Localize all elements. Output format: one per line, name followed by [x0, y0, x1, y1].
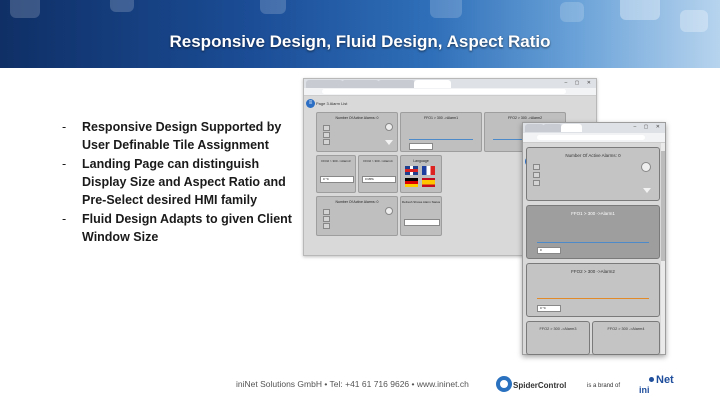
banner-decoration [260, 0, 286, 14]
ininet-logo-ini: ini [639, 385, 650, 395]
bullet-text: Fluid Design Adapts to given Client Wind… [82, 212, 292, 244]
bullet-marker: - [62, 120, 67, 134]
scroll-knob-icon [385, 207, 393, 215]
refresh-field [404, 219, 440, 226]
slide-title: Responsive Design, Fluid Design, Aspect … [169, 32, 551, 51]
brand-note: is a brand of [587, 383, 621, 389]
browser-tab-strip: – ▢ ✕ [304, 79, 596, 88]
bullet-text: Landing Page can distinguish Display Siz… [82, 157, 286, 207]
scroll-down-icon [385, 140, 393, 145]
alarm3-tile: FFO2 > 300 ->Alarm3 0 °C [316, 155, 356, 193]
banner-decoration [680, 10, 708, 32]
flag-es-icon[interactable] [422, 178, 435, 187]
page-label: Page 3 Alarm List [316, 101, 348, 106]
list-square [323, 216, 330, 222]
bullet-text: Responsive Design Supported by User Defi… [82, 120, 282, 152]
ininet-logo-net: Net [656, 374, 674, 386]
alarm4-tile: FFO2 > 300 ->Alarm4 [592, 321, 660, 355]
value-field: 0 °C [537, 305, 561, 312]
active-alarms-tile: Number Of Active Alarms: 0 [526, 147, 660, 201]
browser-tab [378, 80, 415, 88]
tile-title: FFO2 > 300 ->Alarm3 [321, 159, 351, 163]
language-tile: Language [400, 155, 442, 193]
footer-contact: iniNet Solutions GmbH • Tel: +41 61 716 … [236, 379, 469, 389]
value-field: 0 [537, 247, 561, 254]
value-field [409, 143, 433, 150]
scrollbar[interactable] [661, 143, 665, 354]
flag-de-icon[interactable] [405, 178, 418, 187]
trend-line [537, 298, 649, 302]
list-square [533, 172, 540, 178]
tile-title: Number Of Active Alarms: 0 [565, 153, 621, 158]
alarm1-tile: FFO1 > 300 ->Alarm1 [400, 112, 482, 152]
banner-decoration [430, 0, 462, 18]
mobile-screenshot: – ▢ ✕ ≡ Number Of Active Alarms: 0 FFO1 … [522, 122, 666, 355]
address-bar [523, 133, 665, 143]
list-square [323, 139, 330, 145]
browser-tab [306, 80, 343, 88]
banner-decoration [110, 0, 134, 12]
alarm2-tile: FFO2 > 300 ->Alarm2 0 °C [526, 263, 660, 317]
scrollbar-thumb[interactable] [661, 151, 665, 261]
window-controls: – ▢ ✕ [564, 80, 594, 86]
tile-title: FFO1 > 300 ->Alarm1 [571, 211, 615, 216]
list-square [323, 132, 330, 138]
list-square [533, 180, 540, 186]
value-field: 0 °C [320, 176, 354, 183]
alarm3-tile: FFO2 > 300 ->Alarm3 [526, 321, 590, 355]
alarm1-tile: FFO1 > 300 ->Alarm1 0 [526, 205, 660, 259]
list-item: - Fluid Design Adapts to given Client Wi… [62, 210, 292, 246]
browser-tab [342, 80, 379, 88]
ininet-logo: Net ini [639, 374, 679, 398]
bullet-marker: - [62, 157, 67, 171]
value-field: 0 MPA [362, 176, 396, 183]
window-controls: – ▢ ✕ [633, 124, 663, 130]
banner-decoration [10, 0, 40, 18]
list-item: - Landing Page can distinguish Display S… [62, 155, 292, 209]
refresh-tile: Refresh Shows Alarm Status [400, 196, 442, 236]
tile-title: Refresh Shows Alarm Status [401, 200, 441, 204]
browser-tab-active [561, 124, 582, 132]
alarm4-tile: FFO2 > 300 ->Alarm4 0 MPA [358, 155, 398, 193]
tile-title: FFO2 > 300 ->Alarm2 [571, 269, 615, 274]
scroll-knob-icon [641, 162, 651, 172]
url-field [322, 89, 566, 94]
feature-list: - Responsive Design Supported by User De… [62, 118, 292, 246]
tile-title: FFO2 > 300 ->Alarm3 [539, 327, 577, 331]
scroll-knob-icon [385, 123, 393, 131]
tile-title: FFO2 > 300 ->Alarm4 [607, 327, 645, 331]
title-banner: Responsive Design, Fluid Design, Aspect … [0, 0, 720, 68]
list-square [533, 164, 540, 170]
banner-decoration [560, 2, 584, 22]
list-square [323, 223, 330, 229]
active-alarms-tile-2: Number Of Active Alarms: 0 [316, 196, 398, 236]
spidercontrol-logo-icon [496, 376, 512, 392]
tile-title: FFO1 > 300 ->Alarm1 [423, 116, 459, 120]
ininet-dot-icon [649, 377, 654, 382]
active-alarms-tile: Number Of Active Alarms: 0 [316, 112, 398, 152]
browser-tab [525, 124, 544, 132]
flag-uk-icon[interactable] [405, 166, 418, 175]
tile-title: Number Of Active Alarms: 0 [335, 116, 379, 120]
browser-tab-strip: – ▢ ✕ [523, 123, 665, 133]
banner-decoration [620, 0, 660, 20]
tile-title: FFO2 > 300 ->Alarm2 [507, 116, 543, 120]
url-field [537, 135, 645, 140]
menu-icon: ≡ [306, 99, 315, 108]
bullet-marker: - [62, 212, 67, 226]
spidercontrol-brand: SpiderControl [513, 381, 567, 390]
list-item: - Responsive Design Supported by User De… [62, 118, 292, 154]
browser-tab [543, 124, 562, 132]
list-square [323, 125, 330, 131]
list-square [323, 209, 330, 215]
flag-fr-icon[interactable] [422, 166, 435, 175]
address-bar [304, 88, 596, 96]
tile-title: FFO2 > 300 ->Alarm4 [363, 159, 393, 163]
scroll-down-icon [643, 188, 651, 193]
trend-line [537, 242, 649, 246]
tile-title: Language [413, 159, 429, 163]
tile-title: Number Of Active Alarms: 0 [335, 200, 379, 204]
browser-tab-active [414, 80, 451, 88]
